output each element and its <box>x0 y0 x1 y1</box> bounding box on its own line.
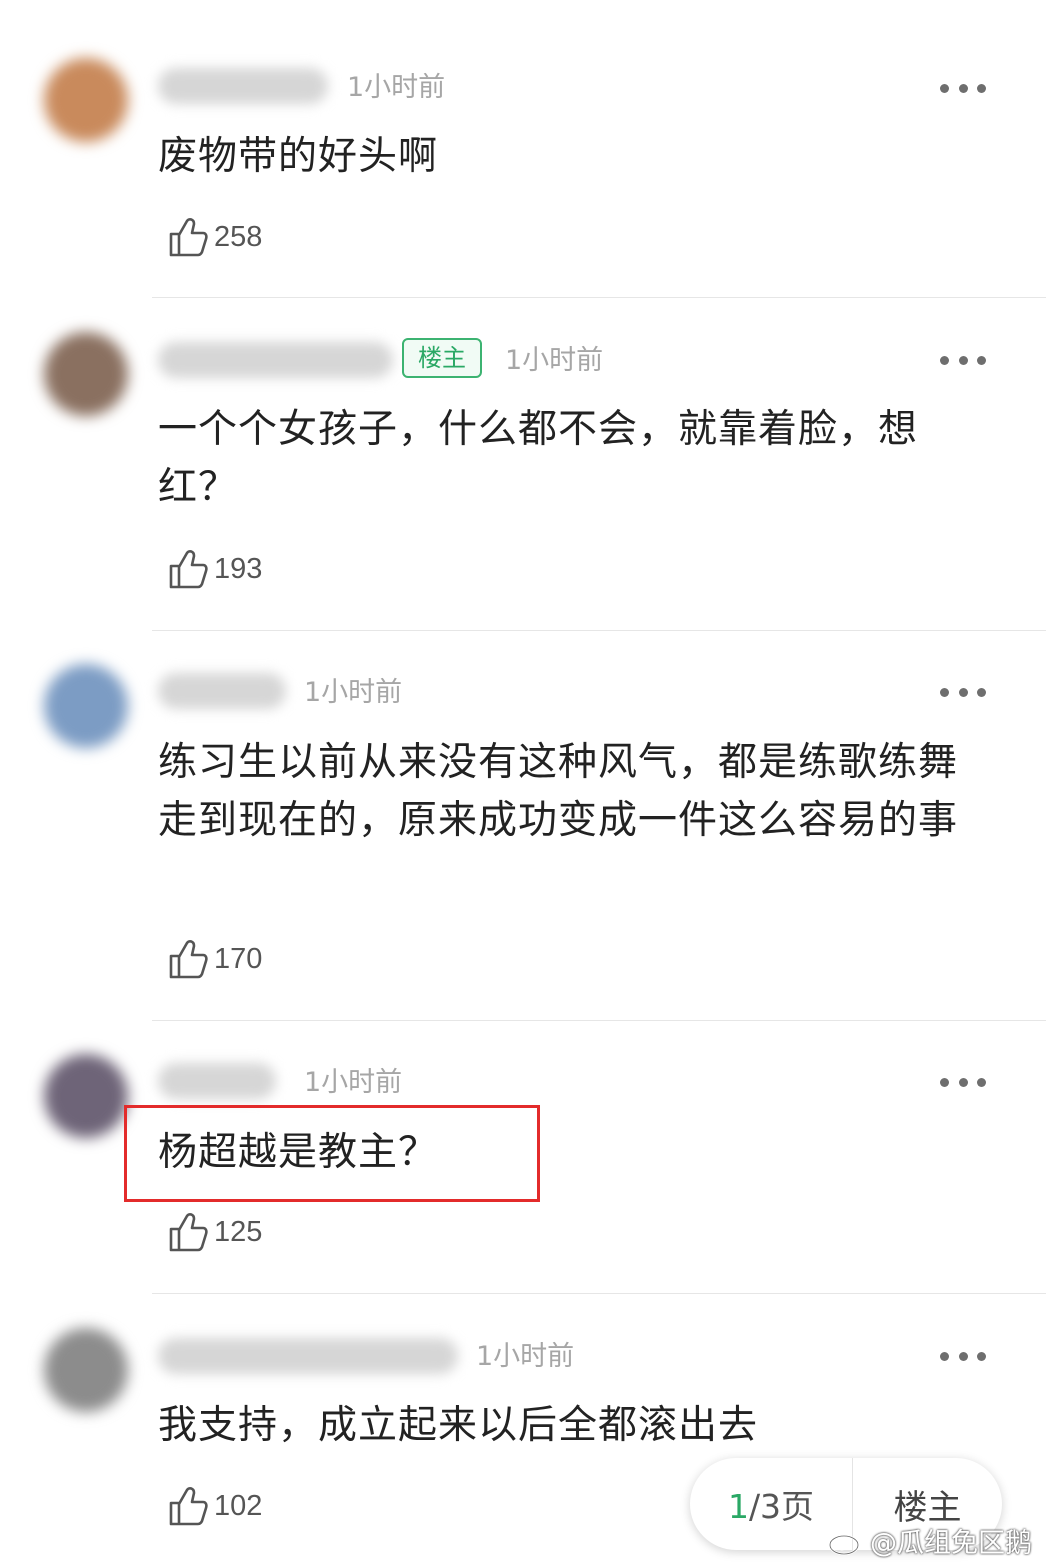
username-blurred[interactable] <box>158 673 286 709</box>
comment-time: 1小时前 <box>505 345 604 376</box>
weibo-icon <box>828 1529 864 1555</box>
thumbs-up-icon <box>169 218 208 257</box>
watermark: @瓜组免区鹅 <box>828 1521 1032 1560</box>
like-button[interactable]: 193 <box>168 547 262 591</box>
like-button[interactable]: 125 <box>168 1210 262 1254</box>
like-count: 125 <box>214 1215 263 1248</box>
highlight-box <box>124 1105 540 1202</box>
total-pages: /3页 <box>748 1487 815 1526</box>
comment-content: 废物带的好头啊 <box>158 134 439 179</box>
like-count: 170 <box>214 942 263 975</box>
avatar[interactable] <box>44 332 128 416</box>
username-blurred[interactable] <box>158 1063 276 1099</box>
username-blurred[interactable] <box>158 342 393 378</box>
comment-content: 我支持，成立起来以后全都滚出去 <box>158 1403 759 1448</box>
comment-time: 1小时前 <box>347 72 446 103</box>
username-blurred[interactable] <box>158 68 328 104</box>
divider <box>152 1293 1046 1294</box>
like-count: 102 <box>214 1489 263 1522</box>
like-button[interactable]: 170 <box>168 937 262 981</box>
host-badge: 楼主 <box>402 338 482 378</box>
more-dots-icon[interactable] <box>940 686 986 698</box>
comment-time: 1小时前 <box>476 1341 575 1372</box>
avatar[interactable] <box>44 1328 128 1412</box>
more-dots-icon[interactable] <box>940 1350 986 1362</box>
thumbs-up-icon <box>169 550 208 589</box>
avatar[interactable] <box>44 1054 128 1138</box>
divider <box>152 297 1046 298</box>
like-button[interactable]: 258 <box>168 215 262 259</box>
more-dots-icon[interactable] <box>940 354 986 366</box>
avatar[interactable] <box>44 664 128 748</box>
thumbs-up-icon <box>169 940 208 979</box>
thumbs-up-icon <box>169 1487 208 1526</box>
like-count: 258 <box>214 220 263 253</box>
like-button[interactable]: 102 <box>168 1484 262 1528</box>
thumbs-up-icon <box>169 1213 208 1252</box>
current-page: 1 <box>727 1487 749 1526</box>
comment-content: 练习生以前从来没有这种风气，都是练歌练舞走到现在的，原来成功变成一件这么容易的事 <box>158 740 959 843</box>
comment-time: 1小时前 <box>304 1067 403 1098</box>
username-blurred[interactable] <box>158 1338 458 1374</box>
like-count: 193 <box>214 552 263 585</box>
watermark-text: @瓜组免区鹅 <box>870 1528 1032 1559</box>
more-dots-icon[interactable] <box>940 82 986 94</box>
more-dots-icon[interactable] <box>940 1076 986 1088</box>
divider <box>152 630 1046 631</box>
avatar[interactable] <box>44 58 128 142</box>
comment-time: 1小时前 <box>304 677 403 708</box>
divider <box>152 1020 1046 1021</box>
comment-content: 一个个女孩子，什么都不会，就靠着脸，想红？ <box>158 407 919 510</box>
